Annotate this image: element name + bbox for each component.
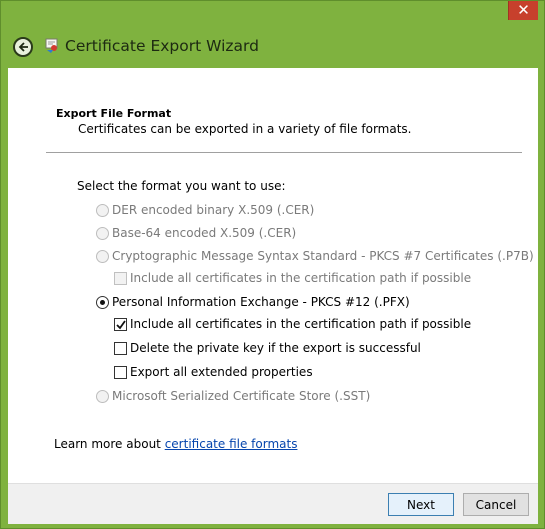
checkbox-p7b-include-chain[interactable] xyxy=(114,271,127,285)
section-subtitle: Certificates can be exported in a variet… xyxy=(78,122,412,136)
certificate-formats-link[interactable]: certificate file formats xyxy=(165,437,298,451)
format-label-sst: Microsoft Serialized Certificate Store (… xyxy=(112,389,371,403)
close-button[interactable]: ✕ xyxy=(508,1,538,20)
p7b-include-chain-label: Include all certificates in the certific… xyxy=(130,271,472,285)
p7b-include-chain-option[interactable]: Include all certificates in the certific… xyxy=(114,270,471,286)
format-prompt: Select the format you want to use: xyxy=(77,179,286,193)
section-divider xyxy=(46,152,522,153)
format-label-base64: Base-64 encoded X.509 (.CER) xyxy=(112,226,297,240)
format-option-der[interactable]: DER encoded binary X.509 (.CER) xyxy=(96,202,314,218)
radio-pfx[interactable] xyxy=(96,295,109,309)
wizard-header: Certificate Export Wizard xyxy=(7,21,538,68)
learn-more: Learn more about certificate file format… xyxy=(54,437,297,451)
certificate-icon xyxy=(44,37,60,59)
pfx-include-chain-option[interactable]: Include all certificates in the certific… xyxy=(114,316,471,332)
checkbox-extended-properties[interactable] xyxy=(114,365,127,379)
section-title: Export File Format xyxy=(56,107,172,120)
format-option-sst[interactable]: Microsoft Serialized Certificate Store (… xyxy=(96,388,370,404)
format-label-der: DER encoded binary X.509 (.CER) xyxy=(112,203,315,217)
pfx-extended-properties-option[interactable]: Export all extended properties xyxy=(114,364,313,380)
checkbox-pfx-include-chain[interactable] xyxy=(114,317,127,331)
delete-private-key-label: Delete the private key if the export is … xyxy=(130,341,421,355)
format-label-pfx: Personal Information Exchange - PKCS #12… xyxy=(112,295,410,309)
cancel-button[interactable]: Cancel xyxy=(463,493,529,516)
checkbox-delete-private-key[interactable] xyxy=(114,341,127,355)
pfx-include-chain-label: Include all certificates in the certific… xyxy=(130,317,472,331)
learn-more-text: Learn more about xyxy=(54,437,165,451)
radio-der[interactable] xyxy=(96,203,109,217)
format-label-p7b: Cryptographic Message Syntax Standard - … xyxy=(112,249,534,263)
radio-base64[interactable] xyxy=(96,226,109,240)
radio-sst[interactable] xyxy=(96,389,109,403)
window-title: Certificate Export Wizard xyxy=(65,37,259,55)
format-option-base64[interactable]: Base-64 encoded X.509 (.CER) xyxy=(96,225,296,241)
pfx-delete-key-option[interactable]: Delete the private key if the export is … xyxy=(114,340,421,356)
wizard-window: ✕ Certificate Export Wizard Export File … xyxy=(0,0,545,529)
wizard-content: Export File Format Certificates can be e… xyxy=(8,68,538,483)
format-option-p7b[interactable]: Cryptographic Message Syntax Standard - … xyxy=(96,248,534,264)
back-arrow-icon[interactable] xyxy=(13,37,33,57)
wizard-footer: Next Cancel xyxy=(8,483,538,524)
format-option-pfx[interactable]: Personal Information Exchange - PKCS #12… xyxy=(96,294,410,310)
next-button[interactable]: Next xyxy=(388,493,454,516)
extended-properties-label: Export all extended properties xyxy=(130,365,313,379)
radio-p7b[interactable] xyxy=(96,249,109,263)
